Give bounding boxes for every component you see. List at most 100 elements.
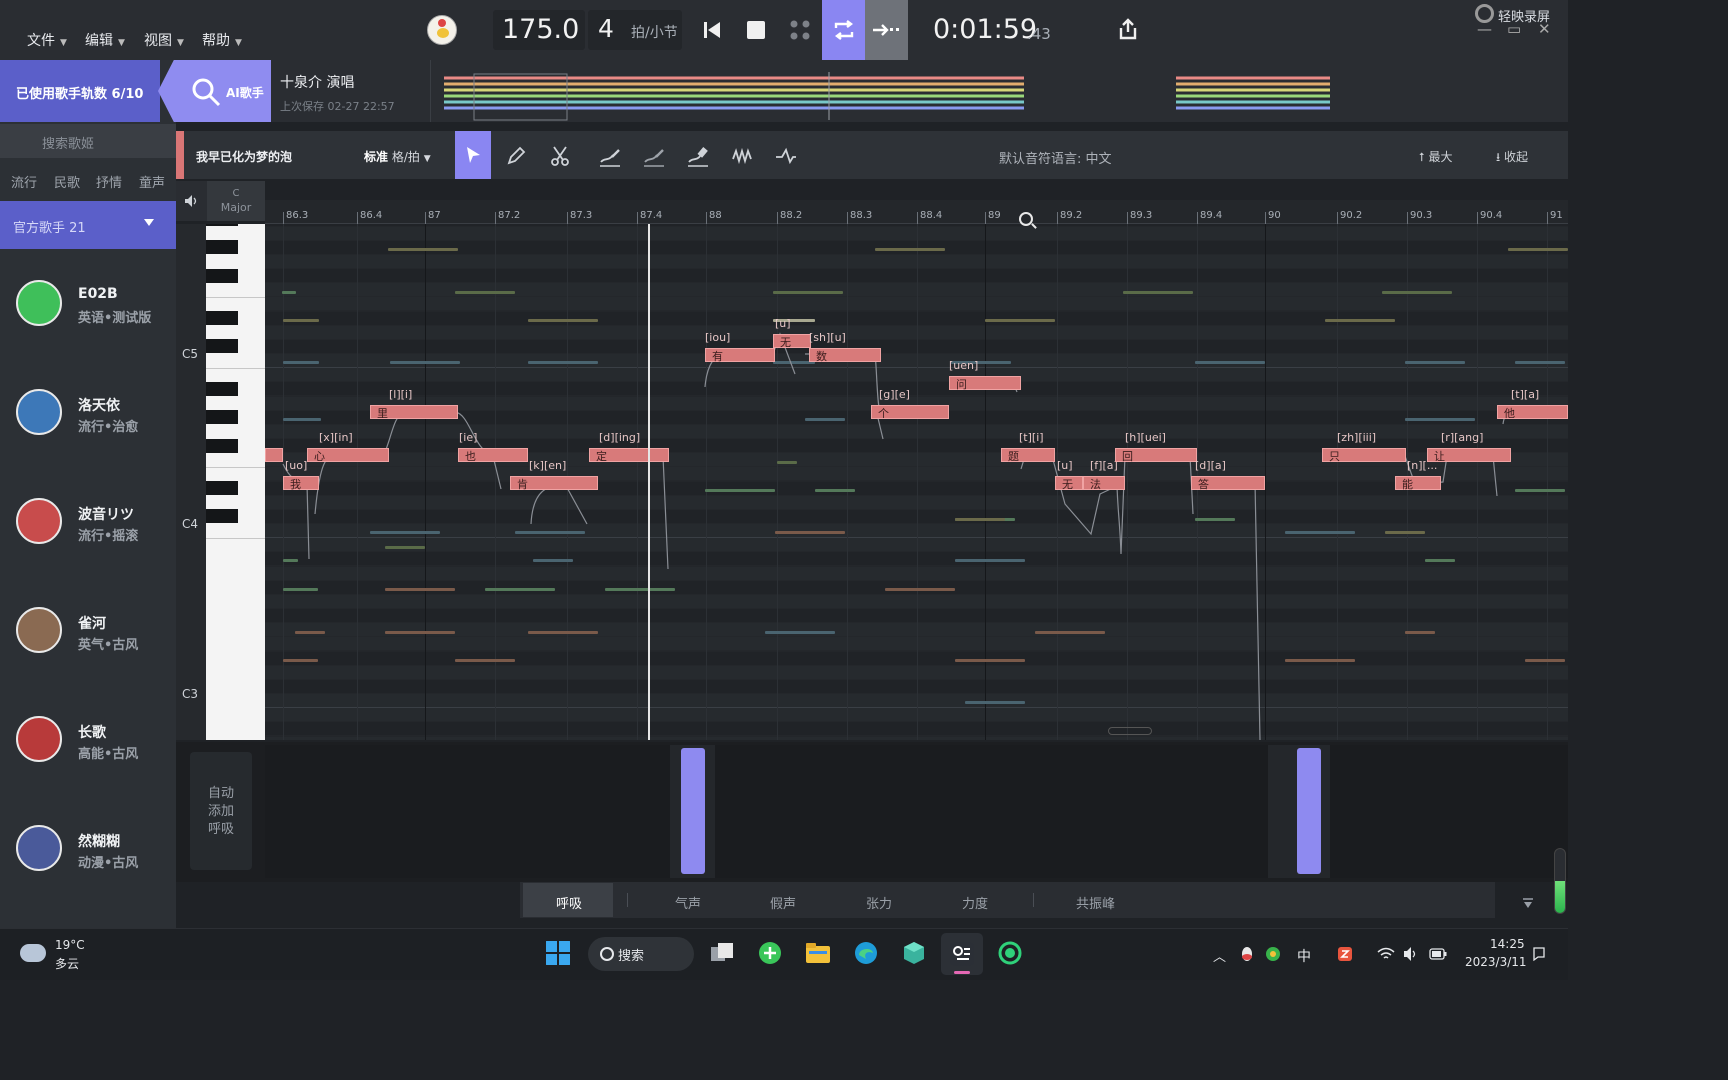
zoom-icon[interactable] (1019, 212, 1033, 226)
ai-singer-button[interactable]: AI歌手 (158, 60, 271, 122)
tempo-value[interactable]: 175.0 (502, 14, 579, 45)
pitch-draw-icon[interactable] (599, 145, 621, 167)
track-name[interactable]: 我早已化为梦的泡 (196, 148, 306, 165)
vibrato-icon[interactable] (731, 145, 753, 167)
note-block[interactable]: 也 (458, 448, 528, 463)
tab-breathiness[interactable]: 气声 (675, 893, 701, 912)
singer-item[interactable]: 洛天依 流行•治愈 (0, 389, 176, 489)
tab-falsetto[interactable]: 假声 (770, 893, 796, 912)
official-singers-dropdown[interactable]: 官方歌手 21 (0, 201, 176, 249)
track-overview[interactable] (430, 60, 1568, 122)
genre-tab-pop[interactable]: 流行 (11, 172, 37, 191)
select-tool[interactable] (455, 131, 491, 179)
weather-condition[interactable]: 多云 (55, 955, 79, 972)
genre-tab-child[interactable]: 童声 (139, 172, 165, 191)
sogou-icon[interactable] (1337, 946, 1353, 962)
piano-black-key[interactable] (206, 240, 238, 255)
grid-mode-select[interactable]: 标准 格/拍 ▼ (364, 148, 431, 165)
singer-item[interactable]: 波音リツ 流行•摇滚 (0, 498, 176, 598)
clock-date[interactable]: 2023/3/11 (1465, 955, 1527, 969)
qq-icon[interactable] (1240, 946, 1254, 962)
file-explorer-icon[interactable] (805, 940, 831, 966)
battery-icon[interactable] (1429, 948, 1447, 960)
piano-black-key[interactable] (206, 339, 238, 354)
note-block[interactable]: 无 (773, 334, 811, 349)
note-block[interactable]: 里 (370, 405, 458, 420)
pencil-icon[interactable] (505, 145, 527, 167)
singer-item[interactable]: 雀河 英气•古风 (0, 607, 176, 707)
note-block[interactable]: 让 (1427, 448, 1511, 463)
package-app-icon[interactable] (901, 940, 927, 966)
skip-to-start-icon[interactable] (697, 15, 727, 45)
taskbar-active-app[interactable] (941, 933, 983, 975)
note-block[interactable]: 只 (1322, 448, 1406, 463)
note-block[interactable]: 答 (1191, 476, 1265, 491)
piano-black-key[interactable] (206, 481, 238, 495)
mute-button[interactable] (176, 181, 207, 221)
tab-breath[interactable]: 呼吸 (556, 893, 582, 912)
piano-black-key[interactable] (206, 311, 238, 325)
piano-black-key[interactable] (206, 224, 238, 226)
note-block[interactable]: 法 (1083, 476, 1125, 491)
volume-icon[interactable] (1403, 946, 1419, 962)
note-block[interactable]: 回 (1115, 448, 1197, 463)
menu-view[interactable]: 视图 ▼ (144, 30, 184, 50)
note-block[interactable]: 题 (1001, 448, 1055, 463)
horizontal-scrollbar[interactable] (1108, 727, 1152, 735)
close-icon[interactable]: ✕ (1538, 20, 1551, 38)
pitch-smooth-icon[interactable] (643, 145, 665, 167)
note-block[interactable]: 问 (949, 376, 1021, 391)
breath-block[interactable] (681, 748, 705, 874)
wifi-icon[interactable] (1377, 946, 1395, 962)
browser-360-icon[interactable] (757, 940, 783, 966)
recorder-app-icon[interactable] (997, 940, 1023, 966)
genre-tab-folk[interactable]: 民歌 (54, 172, 80, 191)
note-block[interactable]: 他 (1497, 405, 1568, 420)
collapse-button[interactable]: ⭳ 收起 (1496, 148, 1528, 169)
note-block[interactable]: 数 (809, 348, 881, 363)
windows-start-icon[interactable] (545, 940, 571, 966)
note-block[interactable]: 个 (871, 405, 949, 420)
piano-black-key[interactable] (206, 381, 238, 396)
task-view-icon[interactable] (709, 940, 735, 966)
piano-black-key[interactable] (206, 509, 238, 524)
singer-item[interactable]: E02B 英语•测试版 (0, 280, 176, 380)
edge-icon[interactable] (853, 940, 879, 966)
maximize-icon[interactable]: ▭ (1507, 20, 1521, 38)
piano-black-key[interactable] (206, 438, 238, 453)
piano-roll[interactable]: 我 [uo] 心 [x][in] 里 [l][i] 也 [ie] 肯 [k][en] 定 [d][in… (265, 224, 1568, 740)
weather-cloud-icon[interactable] (20, 938, 46, 962)
menu-edit[interactable]: 编辑 ▼ (85, 30, 125, 50)
tab-formant[interactable]: 共振峰 (1076, 893, 1115, 912)
scissors-icon[interactable] (549, 145, 571, 167)
note-block[interactable]: 能 (1395, 476, 1441, 491)
default-lyric-language[interactable]: 默认音符语言: 中文 (999, 148, 1112, 167)
follow-playhead-button[interactable] (865, 0, 908, 60)
notification-icon[interactable] (1532, 946, 1546, 962)
menu-help[interactable]: 帮助 ▼ (202, 30, 242, 50)
note-block[interactable]: 肯 (510, 476, 598, 491)
note-block[interactable] (265, 448, 283, 462)
key-scale-select[interactable]: C Major (207, 181, 265, 221)
playhead[interactable] (648, 224, 650, 740)
piano-keyboard[interactable] (206, 224, 265, 740)
note-block[interactable]: 心 (307, 448, 389, 463)
stop-icon[interactable] (741, 15, 771, 45)
maximize-editor-button[interactable]: ⭡ 最大 (1419, 148, 1452, 165)
breath-block[interactable] (1297, 748, 1321, 874)
pitch-transition-icon[interactable] (775, 145, 797, 167)
user-avatar[interactable] (427, 15, 457, 45)
pitch-erase-icon[interactable] (687, 145, 709, 167)
singer-item[interactable]: 然糊糊 动漫•古风 (0, 825, 176, 925)
wechat-pay-icon[interactable] (1265, 946, 1281, 962)
panel-down-icon[interactable] (1522, 898, 1534, 910)
weather-temp[interactable]: 19°C (55, 938, 85, 952)
metronome-icon[interactable] (785, 15, 815, 45)
tab-tension[interactable]: 张力 (866, 893, 892, 912)
singer-item[interactable]: 长歌 高能•古风 (0, 716, 176, 816)
tray-chevron-icon[interactable]: ︿ (1213, 946, 1226, 965)
note-block[interactable]: 有 (705, 348, 775, 363)
note-block[interactable]: 定 (589, 448, 669, 463)
search-singer-input[interactable]: 搜索歌姬 (0, 124, 176, 158)
breath-parameter-lane[interactable] (265, 745, 1568, 878)
